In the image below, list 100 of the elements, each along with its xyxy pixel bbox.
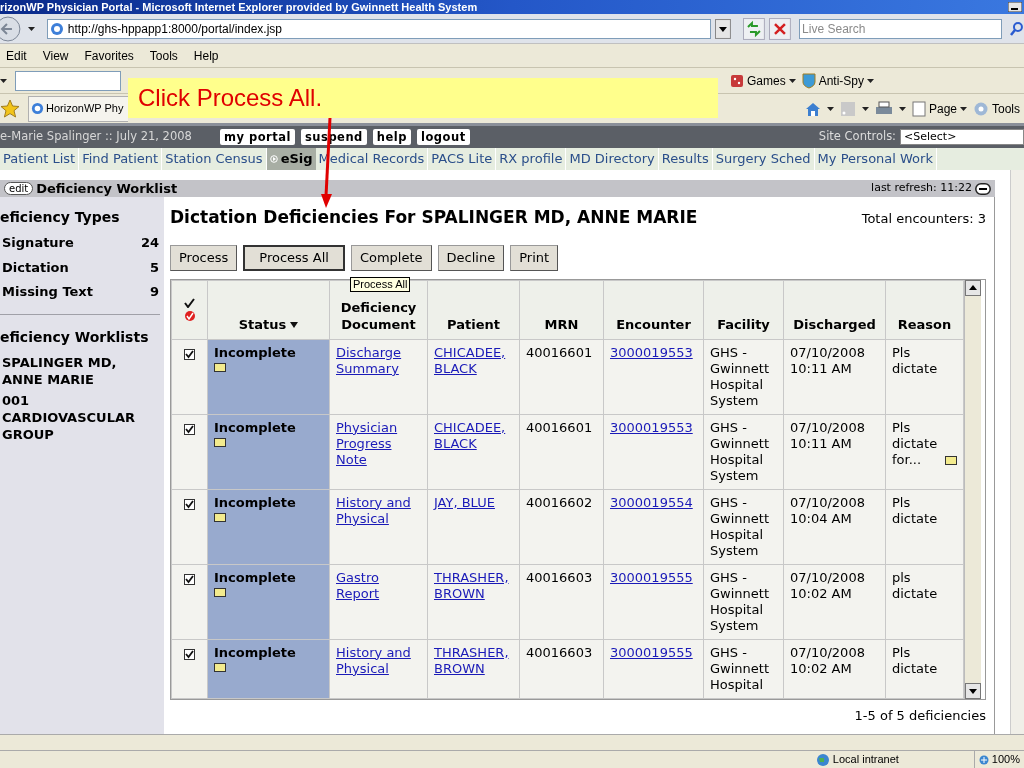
status-text: Incomplete: [214, 419, 296, 436]
table-cell: GHS - Gwinnett Hospital System: [703, 414, 784, 489]
table-cell: 07/10/2008 10:11 AM: [783, 414, 886, 489]
note-icon[interactable]: [214, 662, 226, 672]
globe-icon: [815, 752, 830, 767]
worklist-item[interactable]: 001 CARDIOVASCULAR GROUP: [2, 391, 160, 443]
encounter-link[interactable]: 3000019553: [610, 344, 697, 361]
address-field[interactable]: http://ghs-hppapp1:8000/portal/index.jsp: [46, 18, 712, 39]
command-button[interactable]: Page: [911, 99, 967, 118]
column-header[interactable]: Patient: [447, 315, 500, 333]
refresh-icon[interactable]: [743, 17, 766, 40]
reason-text: Pls dictate: [892, 344, 939, 377]
encounter-link[interactable]: 3000019553: [610, 419, 697, 436]
portal-button[interactable]: help: [372, 129, 411, 145]
action-button[interactable]: Complete: [350, 244, 432, 271]
row-checkbox[interactable]: [184, 648, 195, 660]
table-cell: 07/10/2008 10:02 AM: [783, 639, 886, 698]
note-icon[interactable]: [214, 512, 226, 522]
portlet-title: Deficiency Worklist: [36, 179, 178, 198]
caret-icon: [960, 106, 967, 111]
window-title: rizonWP Physician Portal - Microsoft Internet Explorer provided by Gwinnett Health System: [0, 0, 478, 14]
check-all-icon[interactable]: [184, 297, 195, 308]
uncheck-all-icon[interactable]: [183, 309, 196, 322]
row-checkbox[interactable]: [184, 348, 195, 360]
note-icon[interactable]: [214, 362, 226, 372]
window-scrollbar[interactable]: [1010, 170, 1024, 734]
scroll-up-icon[interactable]: [965, 279, 981, 296]
user-date-text: e-Marie Spalinger :: July 21, 2008: [0, 128, 193, 146]
status-text: Incomplete: [214, 569, 296, 586]
table-cell: 40016602: [519, 489, 604, 564]
note-icon[interactable]: [214, 437, 226, 447]
action-button[interactable]: Process: [170, 244, 238, 271]
search-field[interactable]: Live Search: [799, 18, 1003, 39]
column-header[interactable]: MRN: [544, 315, 579, 333]
table-cell: GHS - Gwinnett Hospital: [703, 639, 784, 698]
toolbar-link[interactable]: Anti-Spy: [801, 71, 874, 90]
menu-item[interactable]: Tools: [149, 46, 178, 65]
action-button[interactable]: Process All: [243, 244, 345, 271]
sort-icon: [290, 322, 299, 328]
table-cell: 07/10/2008 10:02 AM: [783, 564, 886, 639]
search-icon[interactable]: [1010, 20, 1024, 37]
command-button[interactable]: Tools: [973, 99, 1020, 118]
patient-link[interactable]: JAY, BLUE: [434, 494, 513, 511]
site-controls-label: Site Controls:: [818, 128, 896, 146]
action-button[interactable]: Decline: [437, 244, 505, 271]
tooltip: Process All: [350, 277, 411, 292]
table-scrollbar[interactable]: [964, 279, 981, 699]
table-cell: 07/10/2008 10:11 AM: [783, 339, 886, 414]
toolbar-link[interactable]: Games: [729, 71, 796, 90]
arrow-icon: [269, 155, 278, 163]
menu-item[interactable]: Help: [193, 46, 219, 65]
table-cell: 07/10/2008 10:04 AM: [783, 489, 886, 564]
url-text: http://ghs-hppapp1:8000/portal/index.jsp: [67, 20, 282, 38]
note-icon[interactable]: [214, 587, 226, 597]
browser-tab[interactable]: HorizonWP Phy: [28, 95, 128, 122]
row-checkbox[interactable]: [184, 423, 195, 435]
home-icon[interactable]: [804, 100, 821, 117]
minimize-icon[interactable]: [1008, 2, 1022, 12]
note-icon[interactable]: [945, 455, 957, 465]
row-checkbox[interactable]: [184, 498, 195, 510]
action-button[interactable]: Print: [510, 244, 559, 271]
column-header[interactable]: Facility: [717, 315, 770, 333]
portal-button[interactable]: logout: [417, 129, 470, 145]
zone-text: Local intranet: [832, 752, 899, 768]
site-controls-select[interactable]: <Select>: [900, 129, 1024, 145]
caret-icon: [0, 78, 7, 83]
pagination-text: 1-5 of 5 deficiencies: [854, 706, 986, 725]
stop-icon[interactable]: [769, 17, 792, 40]
menu-item[interactable]: View: [42, 46, 69, 65]
page-icon: [911, 100, 926, 117]
zoom-icon[interactable]: [978, 754, 989, 765]
menu-item[interactable]: Favorites: [84, 46, 134, 65]
reason-text: Pls dictate for...: [892, 419, 939, 468]
encounter-link[interactable]: 3000019555: [610, 569, 697, 586]
deficiency-type-item[interactable]: Signature 24: [0, 233, 160, 253]
browser-icon: [49, 21, 64, 36]
toolbar-search-field[interactable]: [15, 70, 121, 91]
printer-icon[interactable]: [874, 100, 893, 117]
column-header[interactable]: Status: [238, 315, 287, 333]
caret-icon: [867, 78, 874, 83]
column-header[interactable]: Deficiency Document: [330, 298, 427, 333]
collapse-icon[interactable]: [975, 182, 991, 195]
scroll-down-icon[interactable]: [965, 682, 981, 699]
status-text: Incomplete: [214, 494, 296, 511]
edit-button[interactable]: edit: [4, 182, 34, 195]
sidebar-heading: eficiency Worklists: [0, 327, 150, 347]
browser-icon: [31, 102, 44, 115]
zoom-text[interactable]: 100%: [991, 751, 1020, 768]
deficiency-type-item[interactable]: Missing Text 9: [0, 282, 160, 302]
reason-text: Pls dictate: [892, 644, 939, 677]
nav-tab[interactable]: eSig: [266, 148, 316, 170]
favorites-star-icon[interactable]: [0, 98, 20, 119]
dropdown-icon[interactable]: [715, 18, 732, 39]
portal-button[interactable]: my portal: [220, 129, 295, 145]
menu-item[interactable]: Edit: [6, 46, 27, 65]
encounter-link[interactable]: 3000019554: [610, 494, 697, 511]
deficiency-type-item[interactable]: Dictation 5: [0, 257, 160, 277]
worklist-item[interactable]: SPALINGER MD, ANNE MARIE: [2, 353, 160, 388]
table-cell: GHS - Gwinnett Hospital System: [703, 339, 784, 414]
row-checkbox[interactable]: [184, 573, 195, 585]
